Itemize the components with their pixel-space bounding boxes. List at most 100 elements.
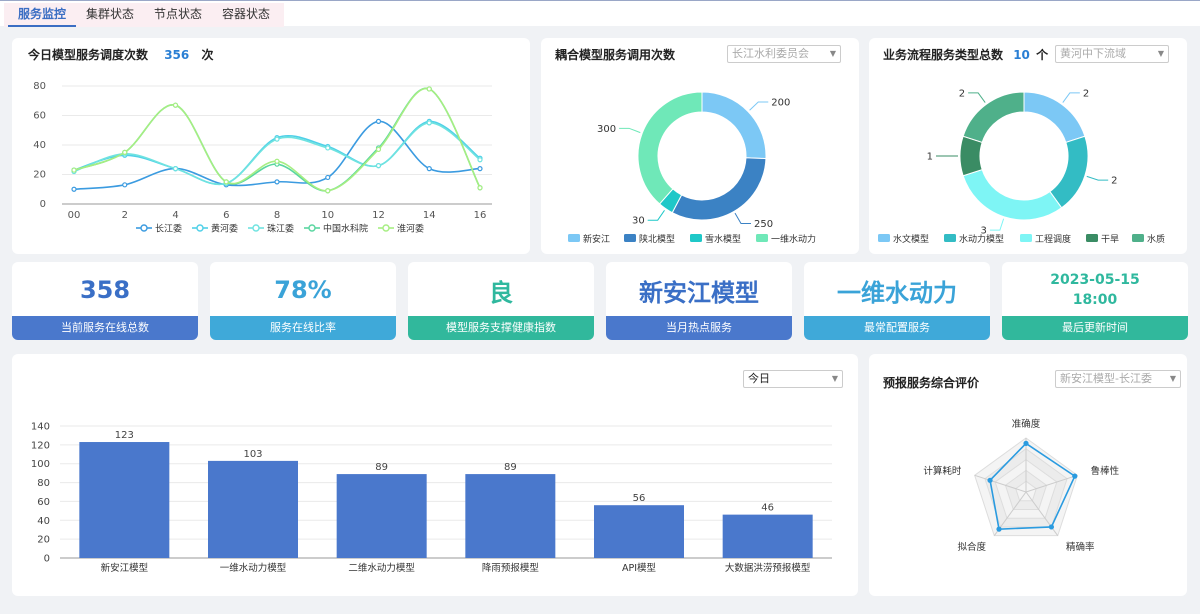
- service-bar-card: 今日 ▼ 0 20 40 60 80 100 120 140 123 新安江模型 103 一维水动力模…: [12, 354, 858, 596]
- tab-service-monitor[interactable]: 服务监控: [8, 3, 77, 27]
- kpi-label: 最后更新时间: [1002, 316, 1188, 340]
- coupling-card: 耦合模型服务调用次数 长江水利委员会 ▼ 200 250 30 300 新安江 陕北模型雪…: [541, 38, 859, 254]
- data-point: [477, 157, 483, 163]
- slice-value-label: 2: [1083, 88, 1089, 99]
- legend-label: 长江委: [155, 223, 182, 235]
- data-point: [325, 174, 331, 181]
- bar: [79, 442, 170, 558]
- x-tick-label: 新安江模型: [101, 562, 149, 574]
- radar-point: [1023, 440, 1029, 446]
- data-point: [274, 136, 280, 142]
- y-tick-label: 80: [33, 81, 46, 92]
- data-point: [426, 86, 432, 92]
- slice-value-label: 30: [632, 216, 645, 227]
- data-point: [172, 166, 179, 172]
- slice-value-label: 250: [754, 219, 773, 230]
- x-tick-label: 4: [172, 210, 178, 221]
- label-leader: [749, 101, 769, 111]
- kpi-value: 358: [79, 276, 131, 304]
- kpi-label: 当月热点服务: [606, 316, 792, 340]
- data-point: [477, 166, 483, 172]
- slice-value-label: 1: [927, 152, 933, 163]
- legend-swatch: [624, 234, 636, 242]
- bar-value-label: 89: [375, 462, 388, 473]
- data-point: [71, 186, 77, 192]
- y-tick-label: 20: [37, 535, 50, 546]
- data-point: [172, 102, 179, 108]
- kpi-label: 当前服务在线总数: [12, 316, 198, 340]
- data-point: [71, 167, 77, 173]
- slice-value-label: 2: [1111, 176, 1117, 187]
- x-tick-label: 降雨预报模型: [482, 562, 540, 574]
- legend-swatch: [756, 234, 768, 242]
- donut-slice: [701, 91, 767, 160]
- legend-label: 干旱: [1101, 234, 1119, 245]
- donut-slice: [959, 135, 983, 177]
- label-leader: [989, 218, 1005, 231]
- legend-label: 水动力模型: [959, 233, 1004, 245]
- data-point: [477, 185, 483, 191]
- bar-value-label: 123: [115, 430, 134, 441]
- tab-cluster-status[interactable]: 集群状态: [76, 3, 144, 27]
- last-update-date: 2023-05-15: [1050, 272, 1140, 288]
- label-leader: [1062, 92, 1080, 103]
- flow-donut-chart: 22312水文模型 水动力模型 工程调度 干旱 水质: [878, 88, 1165, 245]
- kpi-value: 良: [489, 278, 513, 307]
- label-leader: [734, 212, 751, 225]
- data-point: [274, 158, 280, 164]
- legend-label: 雪水模型: [705, 233, 741, 245]
- bar: [208, 460, 298, 558]
- kpi-common-config: 一维水动力 最常配置服务: [804, 262, 990, 340]
- kpi-value: 78%: [274, 276, 332, 304]
- tab-node-status[interactable]: 节点状态: [144, 3, 212, 27]
- radar-axis-label: 计算耗时: [923, 465, 962, 477]
- legend-label: 中国水科院: [323, 223, 368, 235]
- data-point: [375, 163, 382, 169]
- series-line: [73, 122, 481, 186]
- y-tick-label: 40: [37, 516, 50, 527]
- donut-slice: [671, 157, 767, 221]
- last-update-time: 18:00: [1072, 292, 1118, 308]
- data-point: [122, 182, 128, 188]
- radar-point: [996, 526, 1002, 532]
- x-tick-label: 8: [274, 210, 280, 221]
- x-tick-label: 2: [122, 210, 128, 221]
- legend-marker: [308, 224, 316, 232]
- donut-slice: [637, 91, 703, 205]
- x-tick-label: 12: [372, 210, 385, 221]
- data-point: [325, 188, 331, 194]
- x-tick-label: 大数据洪涝预报模型: [725, 562, 811, 574]
- legend-label: 珠江委: [267, 223, 294, 235]
- legend-swatch: [1086, 234, 1098, 242]
- y-tick-label: 60: [33, 111, 46, 122]
- bar-value-label: 56: [633, 493, 646, 504]
- y-tick-label: 120: [31, 440, 50, 451]
- legend-label: 陕北模型: [639, 233, 675, 245]
- donut-slice: [1023, 91, 1086, 144]
- kpi-value: 新安江模型: [639, 278, 759, 307]
- label-leader: [619, 127, 641, 134]
- data-point: [426, 166, 432, 172]
- tab-strip: 服务监控 集群状态 节点状态 容器状态: [4, 3, 285, 27]
- data-point: [375, 118, 382, 125]
- top-tab-bar: 服务监控 集群状态 节点状态 容器状态: [0, 0, 1200, 27]
- legend-label: 黄河委: [211, 223, 238, 235]
- x-tick-label: 16: [474, 210, 487, 221]
- radar-axis-label: 精确率: [1066, 541, 1095, 553]
- kpi-label: 最常配置服务: [804, 316, 990, 340]
- data-point: [375, 146, 382, 153]
- kpi-last-update: 2023-05-15 18:00 最后更新时间: [1002, 262, 1188, 340]
- donut-slice: [1049, 135, 1089, 209]
- daily-dispatch-card: 今日模型服务调度次数 356 次 0 20 40 60 80 00 2 4 6 8 10 12 14 16…: [12, 38, 530, 254]
- x-tick-label: 10: [321, 210, 334, 221]
- legend-swatch: [690, 234, 702, 242]
- tab-container-status[interactable]: 容器状态: [212, 3, 280, 27]
- x-tick-label: 二维水动力模型: [348, 562, 415, 574]
- legend-marker: [252, 224, 260, 232]
- flow-card: 业务流程服务类型总数 10 个 黄河中下流域 ▼ 2 2 3 1 2 水文模型 水动力模型工…: [869, 38, 1187, 254]
- legend-marker: [196, 224, 204, 232]
- legend-marker: [382, 224, 390, 232]
- x-tick-label: 一维水动力模型: [220, 562, 287, 574]
- legend-swatch: [944, 234, 956, 242]
- x-tick-label: 6: [223, 210, 229, 221]
